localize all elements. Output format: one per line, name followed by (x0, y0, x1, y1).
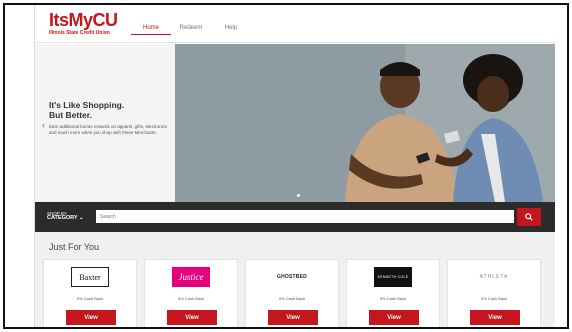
hero-description: Earn additional bonus rewards on apparel… (49, 124, 168, 135)
ghostbed-logo: GHOSTBED (277, 274, 307, 280)
search-icon (525, 213, 533, 221)
justice-logo: Justice (172, 267, 210, 287)
view-button[interactable]: View (167, 310, 217, 325)
view-button[interactable]: View (470, 310, 520, 325)
logo-wordmark: ItsMyCU (49, 10, 118, 30)
hero-text: It's Like Shopping. But Better. Earn add… (49, 100, 169, 136)
hero-title-line2: But Better. (49, 110, 92, 120)
shop-by-category-menu[interactable]: SHOP BY CATEGORY ⌄ (47, 211, 84, 221)
search-bar: SHOP BY CATEGORY ⌄ (35, 202, 555, 232)
nav-redeem[interactable]: Redeem (171, 25, 211, 35)
hero-image (175, 44, 555, 202)
merchant-card-baxter[interactable]: Baxter 5% Cash Back View (43, 259, 137, 327)
hero-banner: ‹ It's Like Shopping. But Better. Earn a… (35, 44, 555, 202)
hero-illustration (175, 44, 555, 202)
cashback-text: 5% Cash Back (379, 296, 407, 301)
logo-tagline: Illinois State Credit Union (49, 30, 110, 36)
hero-title-line1: It's Like Shopping. (49, 100, 125, 110)
search-input[interactable] (96, 210, 514, 223)
cashback-text: 5% Cash Back (76, 296, 104, 301)
merchant-card-kenneth-cole[interactable]: KENNETH COLE 5% Cash Back View (346, 259, 440, 327)
cashback-text: 5% Cash Back (480, 296, 508, 301)
just-for-you-section: Just For You Baxter 5% Cash Back View Ju… (35, 232, 555, 327)
cashback-text: 5% Cash Back (177, 296, 205, 301)
view-button[interactable]: View (369, 310, 419, 325)
chevron-down-icon: ⌄ (79, 215, 84, 221)
merchant-cards: Baxter 5% Cash Back View Justice 5% Cash… (43, 259, 541, 327)
nav-help[interactable]: Help (211, 25, 251, 35)
search-button[interactable] (517, 208, 541, 226)
view-button[interactable]: View (66, 310, 116, 325)
nav-home[interactable]: Home (131, 25, 171, 35)
category-label: CATEGORY ⌄ (47, 215, 84, 221)
logo[interactable]: ItsMyCU Illinois State Credit Union (49, 11, 118, 36)
merchant-card-ghostbed[interactable]: GHOSTBED 5% Cash Back View (245, 259, 339, 327)
section-title: Just For You (49, 242, 100, 252)
screenshot-frame: ItsMyCU Illinois State Credit Union Home… (3, 3, 569, 329)
main-nav: Home Redeem Help (131, 25, 251, 35)
page: ItsMyCU Illinois State Credit Union Home… (34, 5, 555, 327)
category-text: CATEGORY (47, 215, 78, 221)
view-button[interactable]: View (268, 310, 318, 325)
merchant-card-justice[interactable]: Justice 5% Cash Back View (144, 259, 238, 327)
athleta-logo: ATHLETA (479, 274, 509, 280)
kenneth-cole-logo: KENNETH COLE (374, 267, 412, 287)
baxter-logo: Baxter (71, 267, 109, 287)
merchant-card-athleta[interactable]: ATHLETA 5% Cash Back View (447, 259, 541, 327)
carousel-dot[interactable] (297, 194, 300, 197)
chevron-left-icon[interactable]: ‹ (42, 120, 45, 130)
cashback-text: 5% Cash Back (278, 296, 306, 301)
site-header: ItsMyCU Illinois State Credit Union Home… (35, 5, 555, 43)
